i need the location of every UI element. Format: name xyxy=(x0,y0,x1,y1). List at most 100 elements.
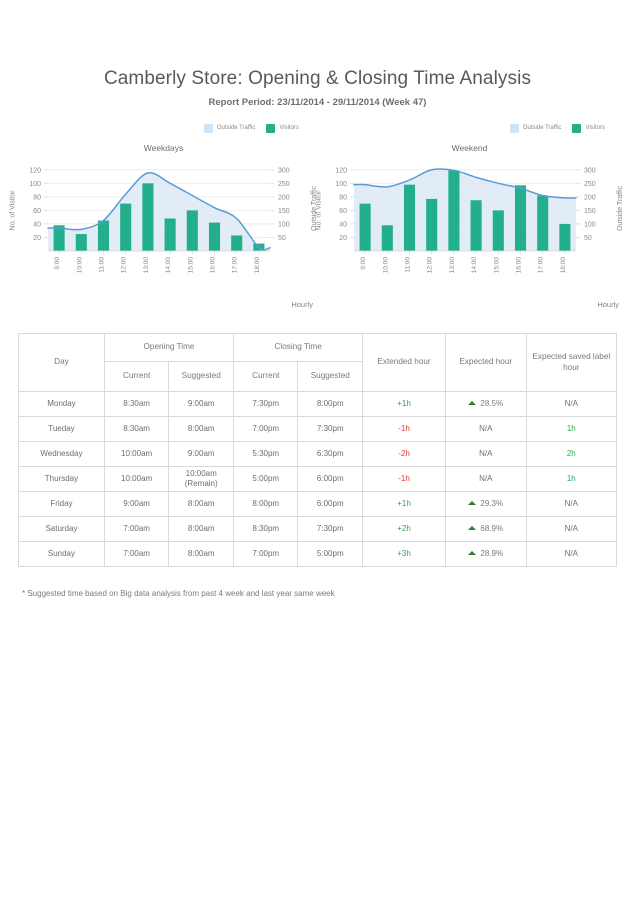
cell-opening-current: 8:30am xyxy=(103,391,170,417)
chart-x-axis-title-weekend: Hourly xyxy=(597,300,619,309)
chart-title-weekdays: Weekdays xyxy=(143,143,184,153)
cell-extended-hour: -2h xyxy=(362,441,446,467)
cell-expected-saved-label-hour: N/A xyxy=(525,516,618,542)
cell-day: Monday xyxy=(18,391,105,417)
cell-opening-suggested: 9:00am xyxy=(168,441,235,467)
svg-text:60: 60 xyxy=(33,208,41,215)
legend-entry-visitors[interactable]: Visitors xyxy=(572,123,605,133)
svg-text:12:00: 12:00 xyxy=(121,257,128,274)
svg-text:200: 200 xyxy=(278,194,290,201)
svg-text:100: 100 xyxy=(278,222,290,229)
legend-label-outside-traffic: Outside Traffic xyxy=(522,125,562,131)
legend-label-outside-traffic: Outside Traffic xyxy=(216,125,256,131)
chart-y-axis-title-weekend: No. of Visitor xyxy=(315,190,323,231)
svg-text:18:00: 18:00 xyxy=(254,257,261,274)
charts-row: Outside Traffic Visitors Weekdays 20 40 60… xyxy=(0,122,635,309)
table-row: Wednesday 10:00am 9:00am 5:30pm 6:30pm -2h N/A… xyxy=(18,441,618,467)
cell-expected-saved-label-hour: N/A xyxy=(525,541,618,567)
cell-opening-suggested-note: (Remain) xyxy=(184,479,218,488)
legend-entry-visitors[interactable]: Visitors xyxy=(266,123,299,133)
chart-y-axis-title-weekdays: No. of Visitor xyxy=(9,190,17,231)
table-row: Saturday 7:00am 8:00am 8:30pm 7:30pm +2h 68.9%… xyxy=(18,516,618,542)
svg-text:13:00: 13:00 xyxy=(449,257,456,274)
schedule-table: Day Opening Time Closing Time Extended h… xyxy=(18,333,618,567)
svg-text:100: 100 xyxy=(584,222,596,229)
expected-hour-value: 28.5% xyxy=(480,399,504,409)
cell-opening-current: 9:00am xyxy=(103,491,170,517)
cell-day: Sunday xyxy=(18,541,105,567)
cell-expected-hour: N/A xyxy=(444,416,527,442)
cell-closing-current: 7:00pm xyxy=(233,416,299,442)
svg-text:120: 120 xyxy=(29,167,41,174)
cell-expected-hour: N/A xyxy=(444,466,527,492)
svg-text:16:00: 16:00 xyxy=(516,257,523,274)
expected-hour-value: 68.9% xyxy=(480,524,504,534)
cell-opening-current: 10:00am xyxy=(103,466,170,492)
th-opening-time: Opening Time xyxy=(103,333,235,362)
chart-canvas-weekend: 20 40 60 80 100 120 50 100 150 200 250 300 9:00 10:00… xyxy=(315,155,624,309)
svg-text:50: 50 xyxy=(278,235,286,242)
footnote: * Suggested time based on Big data analy… xyxy=(22,589,335,598)
cell-day: Friday xyxy=(18,491,105,517)
legend-swatch-visitors-icon xyxy=(266,123,276,133)
svg-text:300: 300 xyxy=(278,167,290,174)
cell-expected-saved-label-hour: N/A xyxy=(525,391,618,417)
cell-opening-suggested: 8:00am xyxy=(168,541,235,567)
svg-text:11:00: 11:00 xyxy=(405,257,412,273)
svg-text:80: 80 xyxy=(33,194,41,201)
svg-text:100: 100 xyxy=(29,181,41,188)
svg-text:14:00: 14:00 xyxy=(471,257,478,274)
th-expected-saved-label-hour: Expected saved label hour xyxy=(525,333,618,392)
cell-closing-suggested: 7:30pm xyxy=(297,516,364,542)
report-header: Camberly Store: Opening & Closing Time A… xyxy=(0,0,635,108)
th-closing-suggested: Suggested xyxy=(297,361,364,392)
chart-canvas-weekdays: 20 40 60 80 100 120 50 100 150 200 250 300 9:00 10:00… xyxy=(9,155,318,309)
cell-expected-hour: 29.3% xyxy=(444,491,527,517)
svg-text:14:00: 14:00 xyxy=(165,257,172,274)
table-row: Thursday 10:00am 10:00am (Remain) 5:00pm 6:00… xyxy=(18,466,618,492)
chart-x-axis-title-weekdays: Hourly xyxy=(291,300,313,309)
trend-up-icon xyxy=(468,551,477,556)
chart-legend-weekdays: Outside Traffic Visitors xyxy=(12,122,315,134)
cell-extended-hour: +1h xyxy=(362,491,446,517)
cell-expected-hour: 28.9% xyxy=(444,541,527,567)
expected-hour-value: 28.9% xyxy=(480,549,504,559)
cell-extended-hour: +1h xyxy=(362,391,446,417)
th-expected-hour: Expected hour xyxy=(444,333,527,392)
trend-up-icon xyxy=(468,526,477,531)
cell-opening-current: 7:00am xyxy=(103,516,170,542)
report-table-wrap: Day Opening Time Closing Time Extended h… xyxy=(18,333,618,567)
trend-up-icon xyxy=(468,401,477,406)
cell-opening-suggested: 8:00am xyxy=(168,516,235,542)
chart-title-weekend: Weekend xyxy=(451,143,488,153)
chart-svg-weekend: 20 40 60 80 100 120 50 100 150 200 250 300 9:00 10:00… xyxy=(335,163,596,274)
svg-text:15:00: 15:00 xyxy=(187,257,194,274)
table-head: Day Opening Time Closing Time Extended h… xyxy=(18,333,618,392)
cell-extended-hour: +2h xyxy=(362,516,446,542)
th-opening-current: Current xyxy=(103,361,170,392)
svg-text:250: 250 xyxy=(278,181,290,188)
cell-expected-saved-label-hour: 1h xyxy=(525,466,618,492)
svg-text:100: 100 xyxy=(335,181,347,188)
svg-text:9:00: 9:00 xyxy=(360,257,367,270)
cell-expected-hour: 68.9% xyxy=(444,516,527,542)
cell-closing-current: 8:30pm xyxy=(233,516,299,542)
report-period-subtitle: Report Period: 23/11/2014 - 29/11/2014 (… xyxy=(208,97,427,108)
svg-text:16:00: 16:00 xyxy=(210,257,217,274)
table-body: Monday 8:30am 9:00am 7:30pm 8:00pm +1h 28.5% N/… xyxy=(18,391,618,567)
legend-entry-outside-traffic[interactable]: Outside Traffic xyxy=(509,123,562,133)
cell-day: Thursday xyxy=(18,466,105,492)
legend-label-visitors: Visitors xyxy=(279,125,299,131)
th-closing-time: Closing Time xyxy=(233,333,364,362)
cell-expected-saved-label-hour: 2h xyxy=(525,441,618,467)
table-header-row-1: Day Opening Time Closing Time Extended h… xyxy=(18,333,618,392)
cell-closing-current: 7:30pm xyxy=(233,391,299,417)
legend-entry-outside-traffic[interactable]: Outside Traffic xyxy=(203,123,256,133)
cell-expected-hour: N/A xyxy=(444,441,527,467)
svg-text:17:00: 17:00 xyxy=(538,257,545,274)
trend-up-icon xyxy=(468,501,477,506)
chart-weekend: Outside Traffic Visitors Weekend 20 40 60 8… xyxy=(315,122,624,309)
cell-closing-suggested: 6:00pm xyxy=(297,466,364,492)
chart-y2-axis-title-weekend: Outside Traffic xyxy=(616,185,624,232)
svg-text:150: 150 xyxy=(584,208,596,215)
